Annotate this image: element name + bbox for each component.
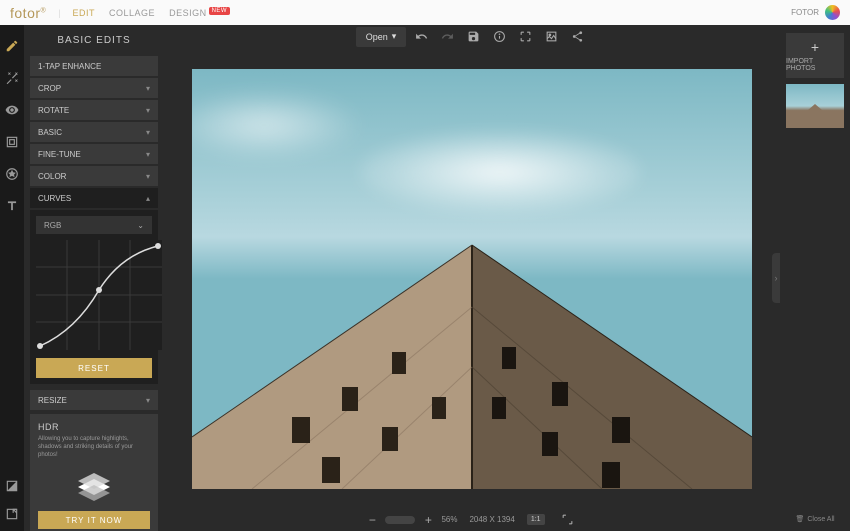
hdr-desc: Allowing you to capture highlights, shad… — [38, 436, 150, 459]
save-icon[interactable] — [462, 27, 484, 47]
acc-color[interactable]: COLOR▾ — [30, 166, 158, 186]
zoom-controls: − + 56% — [365, 513, 457, 527]
canvas-image[interactable] — [192, 69, 752, 489]
hdr-title: HDR — [38, 422, 150, 432]
reset-button[interactable]: RESET — [36, 358, 152, 378]
close-all-button[interactable]: 🗑 Close All — [795, 515, 834, 523]
header-right: FOTOR — [791, 5, 840, 20]
toolstrip — [0, 25, 24, 531]
main: BASIC EDITS 1-TAP ENHANCE CROP▾ ROTATE▾ … — [0, 25, 850, 531]
open-button[interactable]: Open▾ — [356, 27, 407, 47]
app-header: fotor® | EDIT COLLAGE DESIGNNEW FOTOR — [0, 0, 850, 25]
tab-design[interactable]: DESIGNNEW — [169, 8, 230, 18]
canvas-area: Open▾ — [164, 25, 780, 531]
bottom-toolbar: − + 56% 2048 X 1394 1:1 — [164, 509, 780, 531]
zoom-value: 56% — [441, 515, 457, 524]
pencil-icon[interactable] — [5, 39, 19, 53]
curves-channel-select[interactable]: RGB⌄ — [36, 216, 152, 234]
ratio-button[interactable]: 1:1 — [527, 514, 545, 525]
frame-icon[interactable] — [5, 135, 19, 149]
chevron-down-icon: ▾ — [146, 396, 150, 405]
zoom-slider[interactable] — [385, 516, 415, 524]
text-icon[interactable] — [5, 199, 19, 213]
acc-basic[interactable]: BASIC▾ — [30, 122, 158, 142]
nav-tabs: EDIT COLLAGE DESIGNNEW — [73, 8, 231, 18]
acc-enhance[interactable]: 1-TAP ENHANCE — [30, 56, 158, 76]
chevron-down-icon: ▾ — [392, 31, 397, 42]
acc-crop[interactable]: CROP▾ — [30, 78, 158, 98]
rightbar: + IMPORT PHOTOS 🗑 Close All — [780, 25, 850, 531]
chevron-down-icon: ▾ — [146, 106, 150, 115]
user-label: FOTOR — [791, 8, 819, 17]
accordion: 1-TAP ENHANCE CROP▾ ROTATE▾ BASIC▾ FINE-… — [24, 56, 164, 410]
sidebar: BASIC EDITS 1-TAP ENHANCE CROP▾ ROTATE▾ … — [24, 25, 164, 531]
info-icon[interactable] — [488, 27, 510, 47]
curves-graph[interactable] — [36, 240, 162, 350]
expand-handle[interactable]: › — [772, 253, 780, 303]
chevron-up-icon: ▴ — [146, 194, 150, 203]
chevron-down-icon: ▾ — [146, 128, 150, 137]
thumbnail[interactable] — [786, 84, 844, 128]
curves-panel: RGB⌄ RESET — [30, 210, 158, 384]
chevron-down-icon: ⌄ — [137, 221, 144, 230]
dimensions-label: 2048 X 1394 — [469, 515, 514, 524]
panel-title: BASIC EDITS — [24, 25, 164, 56]
undo-icon[interactable] — [410, 27, 432, 47]
zoom-in-button[interactable]: + — [421, 513, 435, 527]
zoom-out-button[interactable]: − — [365, 513, 379, 527]
export-icon[interactable] — [5, 507, 19, 521]
acc-finetune[interactable]: FINE-TUNE▾ — [30, 144, 158, 164]
share-icon[interactable] — [566, 27, 588, 47]
plus-icon: + — [811, 39, 819, 55]
sticker-icon[interactable] — [5, 167, 19, 181]
fullscreen-icon[interactable] — [514, 27, 536, 47]
tab-collage[interactable]: COLLAGE — [109, 8, 155, 18]
import-photos-button[interactable]: + IMPORT PHOTOS — [786, 33, 844, 78]
trash-icon: 🗑 — [795, 515, 804, 523]
image-icon[interactable] — [540, 27, 562, 47]
hdr-stack-icon — [38, 465, 150, 505]
top-toolbar: Open▾ — [164, 25, 780, 49]
acc-resize[interactable]: RESIZE▾ — [30, 390, 158, 410]
redo-icon[interactable] — [436, 27, 458, 47]
wand-icon[interactable] — [5, 71, 19, 85]
try-now-button[interactable]: TRY IT NOW — [38, 511, 150, 529]
avatar[interactable] — [825, 5, 840, 20]
hdr-panel: HDR Allowing you to capture highlights, … — [30, 414, 158, 531]
logo[interactable]: fotor® — [10, 5, 46, 21]
acc-curves[interactable]: CURVES▴ — [30, 188, 158, 208]
compare-icon[interactable] — [5, 479, 19, 493]
chevron-down-icon: ▾ — [146, 150, 150, 159]
acc-rotate[interactable]: ROTATE▾ — [30, 100, 158, 120]
expand-icon[interactable] — [557, 510, 579, 530]
eye-icon[interactable] — [5, 103, 19, 117]
chevron-down-icon: ▾ — [146, 84, 150, 93]
chevron-down-icon: ▾ — [146, 172, 150, 181]
canvas-viewport[interactable] — [164, 49, 780, 509]
tab-edit[interactable]: EDIT — [73, 8, 96, 18]
new-badge: NEW — [209, 7, 231, 15]
header-left: fotor® | EDIT COLLAGE DESIGNNEW — [10, 5, 230, 21]
